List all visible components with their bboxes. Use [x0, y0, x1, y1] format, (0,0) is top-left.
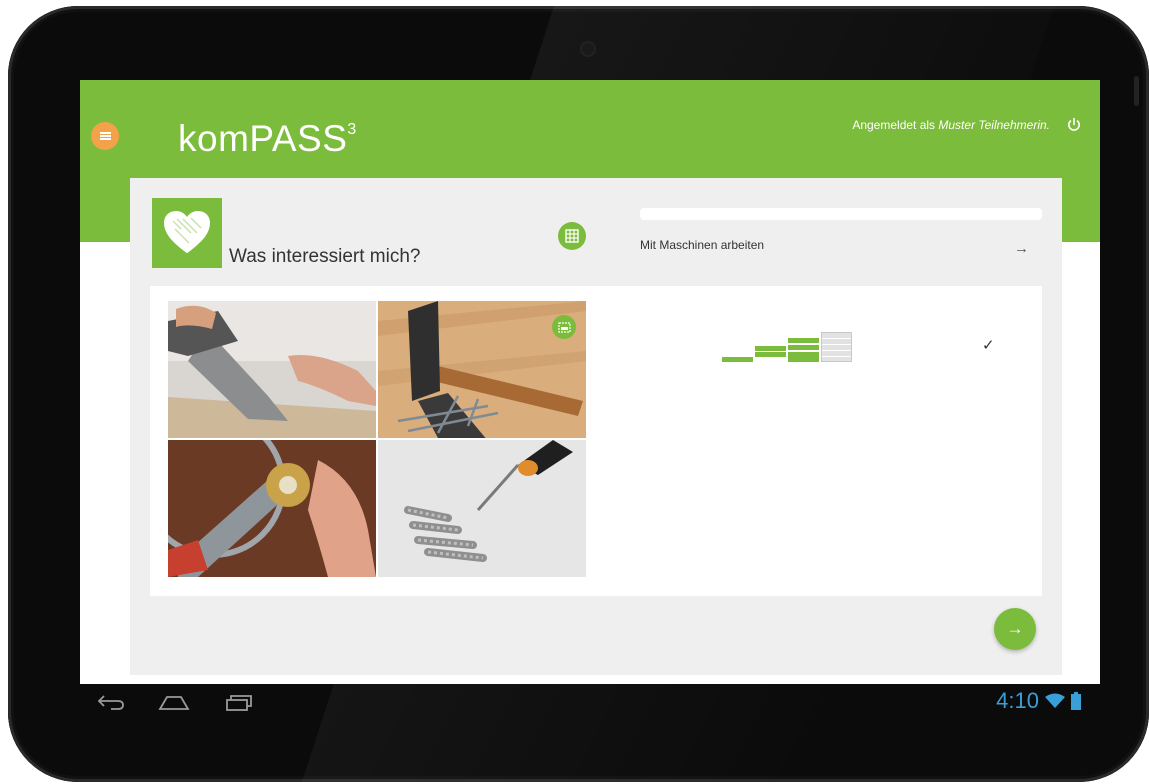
- arrow-right-icon: →: [1006, 619, 1024, 638]
- progress-bar: [640, 208, 1042, 220]
- rating-bar-3: [788, 338, 819, 343]
- tablet-frame: komPASS3 Angemeldet als Muster Teilnehme…: [8, 6, 1149, 782]
- saw-photo: [168, 301, 376, 438]
- logo-superscript: 3: [347, 120, 357, 138]
- status-bar: 4:10: [996, 688, 1081, 714]
- side-button: [1134, 76, 1139, 106]
- clock: 4:10: [996, 688, 1039, 713]
- power-icon[interactable]: [1065, 116, 1083, 134]
- user-info: Angemeldet als Muster Teilnehmerin.: [852, 118, 1050, 132]
- user-prefix: Angemeldet als: [852, 118, 939, 132]
- answer-panel: ✓: [150, 286, 1042, 596]
- home-icon[interactable]: [158, 692, 190, 712]
- question-card: Was interessiert mich? Mit Maschinen arb…: [130, 178, 1062, 675]
- rating-bar-4: [821, 332, 852, 362]
- wifi-icon: [1045, 693, 1065, 708]
- rating-bar-1: [722, 357, 753, 362]
- recents-icon[interactable]: [224, 692, 254, 712]
- arrow-right-icon[interactable]: →: [1014, 240, 1029, 257]
- next-button[interactable]: →: [994, 608, 1036, 650]
- wrench-photo: [168, 440, 376, 577]
- category-label: Mit Maschinen arbeiten: [640, 238, 765, 252]
- screen: komPASS3 Angemeldet als Muster Teilnehme…: [80, 80, 1100, 684]
- logo-text: komPASS: [178, 118, 348, 159]
- image-icon[interactable]: [552, 315, 576, 339]
- rating-bar-2: [755, 346, 786, 351]
- screwdriver-dowels-photo: [378, 440, 586, 577]
- user-name: Muster Teilnehmerin.: [938, 118, 1050, 132]
- grid-icon[interactable]: [558, 222, 586, 250]
- battery-icon: [1071, 692, 1081, 710]
- image-grid: [168, 301, 586, 579]
- card-title: Was interessiert mich?: [229, 246, 421, 267]
- menu-icon[interactable]: [91, 122, 119, 150]
- heart-icon: [152, 198, 222, 268]
- rating-scale[interactable]: [722, 332, 854, 372]
- back-icon[interactable]: [96, 692, 126, 712]
- app-logo: komPASS3: [178, 118, 357, 160]
- android-navbar: [94, 692, 294, 714]
- camera-icon: [582, 43, 594, 55]
- hammer-nails-photo: [378, 301, 586, 438]
- check-icon[interactable]: ✓: [982, 336, 995, 354]
